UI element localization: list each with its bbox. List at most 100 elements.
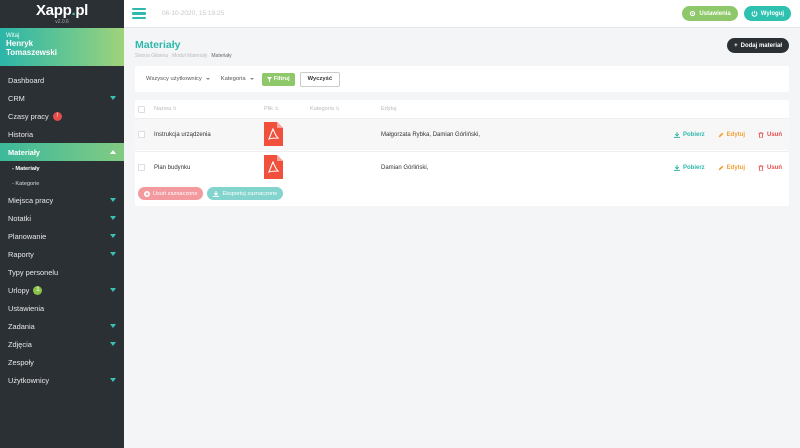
- sidebar-item-historia[interactable]: Historia: [0, 125, 124, 143]
- user-last-name: Tomaszewski: [6, 48, 57, 57]
- pdf-file-link[interactable]: [264, 154, 283, 181]
- power-icon: [751, 10, 758, 17]
- pdf-icon: [264, 154, 283, 179]
- export-selected-button[interactable]: Eksportuj zaznaczone: [207, 187, 284, 200]
- users-select-value: Wszyscy użytkownicy: [146, 76, 202, 82]
- chevron-down-icon: [110, 234, 116, 238]
- logo[interactable]: Xapp.pl: [36, 3, 88, 18]
- user-first-name: Henryk: [6, 39, 34, 48]
- sidebar-item-label: Typy personelu: [8, 267, 59, 277]
- sidebar-item-ustawienia[interactable]: Ustawienia: [0, 299, 124, 317]
- sidebar-item-materialy[interactable]: Materiały: [0, 143, 124, 161]
- select-all-checkbox[interactable]: [138, 105, 145, 113]
- chevron-down-icon: [110, 198, 116, 202]
- delete-selected-button[interactable]: Usuń zaznaczone: [138, 187, 204, 200]
- sidebar-item-miejsca-pracy[interactable]: Miejsca pracy: [0, 191, 124, 209]
- sidebar-subitem-kategorie[interactable]: - Kategorie: [0, 176, 124, 191]
- sidebar-item-zdjecia[interactable]: Zdjęcia: [0, 335, 124, 353]
- sidebar-item-typy-personelu[interactable]: Typy personelu: [0, 263, 124, 281]
- edit-button[interactable]: Edytuj: [718, 132, 745, 138]
- add-material-label: Dodaj materiał: [740, 42, 782, 49]
- sidebar-item-planowanie[interactable]: Planowanie: [0, 227, 124, 245]
- download-button[interactable]: Pobierz: [673, 131, 705, 138]
- export-selected-label: Eksportuj zaznaczone: [222, 190, 278, 197]
- dropdown-arrow-icon: [205, 78, 210, 80]
- material-name: Plan budynku: [154, 164, 191, 171]
- sidebar-item-urlopy[interactable]: Urlopy 1: [0, 281, 124, 299]
- current-datetime: 06-10-2020, 15:19:25: [162, 10, 225, 17]
- row-checkbox[interactable]: [138, 164, 145, 171]
- material-editors: Małgorzata Rybka, Damian Górliński,: [381, 131, 481, 138]
- sidebar-item-uzytkownicy[interactable]: Użytkownicy: [0, 371, 124, 389]
- sidebar-item-label: CRM: [8, 93, 25, 103]
- filter-bar: Wszyscy użytkownicy Kategoria Filtruj Wy…: [135, 66, 789, 92]
- delete-label: Usuń: [767, 164, 782, 171]
- add-material-button[interactable]: + Dodaj materiał: [727, 38, 789, 53]
- pencil-icon: [718, 165, 724, 170]
- filter-button[interactable]: Filtruj: [261, 72, 295, 86]
- sidebar-subitem-materialy[interactable]: - Materiały: [0, 161, 124, 176]
- count-badge: 1: [33, 285, 43, 295]
- chevron-down-icon: [110, 342, 116, 346]
- trash-icon: [758, 131, 764, 138]
- delete-button[interactable]: Usuń: [758, 132, 782, 138]
- logout-label: Wyloguj: [760, 10, 784, 17]
- main-content: Materiały Strona Główna Moduł Materiały …: [124, 28, 800, 448]
- sidebar-item-raporty[interactable]: Raporty: [0, 245, 124, 263]
- download-label: Pobierz: [682, 131, 705, 138]
- sidebar-item-label: Zespoły: [8, 357, 34, 367]
- alert-badge: !: [52, 111, 62, 121]
- sidebar-item-crm[interactable]: CRM: [0, 89, 124, 107]
- column-header-label: Plik: [264, 106, 274, 112]
- sidebar-item-label: Raporty: [8, 249, 34, 259]
- delete-selected-label: Usuń zaznaczone: [153, 190, 198, 197]
- sidebar-item-czasy-pracy[interactable]: Czasy pracy!: [0, 107, 124, 125]
- column-header-editors: Edytuj: [381, 106, 397, 112]
- plus-icon: +: [734, 42, 738, 49]
- logo-area: Xapp.pl v2.0.6: [0, 0, 124, 28]
- download-button[interactable]: Pobierz: [673, 164, 705, 171]
- settings-label: Ustawienia: [699, 10, 731, 17]
- column-header-category[interactable]: Kategoria ⇅: [310, 106, 340, 112]
- clear-button[interactable]: Wyczyść: [299, 71, 341, 87]
- edit-button[interactable]: Edytuj: [718, 165, 745, 171]
- chevron-down-icon: [110, 378, 116, 382]
- pdf-file-link[interactable]: [264, 121, 283, 148]
- breadcrumb-item[interactable]: Strona Główna: [135, 53, 168, 59]
- column-header-label: Nazwa: [154, 106, 172, 112]
- sidebar-item-label: Ustawienia: [8, 303, 45, 313]
- users-select[interactable]: Wszyscy użytkownicy: [143, 73, 213, 86]
- row-checkbox[interactable]: [138, 131, 145, 138]
- menu-toggle-icon[interactable]: [132, 7, 146, 20]
- page-title: Materiały: [135, 39, 181, 51]
- delete-button[interactable]: Usuń: [758, 165, 782, 171]
- sidebar-item-dashboard[interactable]: Dashboard: [0, 71, 124, 89]
- table-row: Instrukcja urządzenia Małgorzata Rybka, …: [135, 118, 789, 150]
- edit-label: Edytuj: [726, 164, 745, 171]
- column-header-name[interactable]: Nazwa ⇅: [154, 106, 177, 112]
- sidebar-item-label: Czasy pracy: [8, 111, 49, 121]
- sidebar-item-notatki[interactable]: Notatki: [0, 209, 124, 227]
- sort-icon: ⇅: [274, 106, 279, 112]
- logout-button[interactable]: Wyloguj: [743, 6, 791, 21]
- material-editors: Damian Górliński,: [381, 164, 429, 171]
- download-icon: [673, 131, 680, 138]
- sidebar-item-zespoly[interactable]: Zespoły: [0, 353, 124, 371]
- chevron-down-icon: [110, 324, 116, 328]
- table-row: Plan budynku Damian Górliński, Pobierz E…: [135, 151, 789, 183]
- category-select[interactable]: Kategoria: [218, 73, 257, 86]
- pencil-icon: [718, 132, 724, 137]
- gear-icon: [690, 10, 696, 17]
- delete-label: Usuń: [767, 131, 782, 138]
- settings-button[interactable]: Ustawienia: [682, 6, 738, 21]
- logo-text: Xapp: [35, 2, 72, 19]
- sidebar-item-zadania[interactable]: Zadania: [0, 317, 124, 335]
- breadcrumb-item[interactable]: Moduł Materiały: [172, 53, 207, 59]
- column-header-file[interactable]: Plik ⇅: [264, 106, 279, 112]
- sidebar-item-label: Materiały: [8, 147, 41, 157]
- breadcrumb: Strona Główna Moduł Materiały Materiały: [135, 53, 232, 59]
- sidebar-nav: Dashboard CRM Czasy pracy! Historia Mate…: [0, 66, 124, 389]
- download-icon: [213, 190, 220, 197]
- filter-label: Filtruj: [273, 76, 290, 82]
- pdf-icon: [264, 121, 283, 146]
